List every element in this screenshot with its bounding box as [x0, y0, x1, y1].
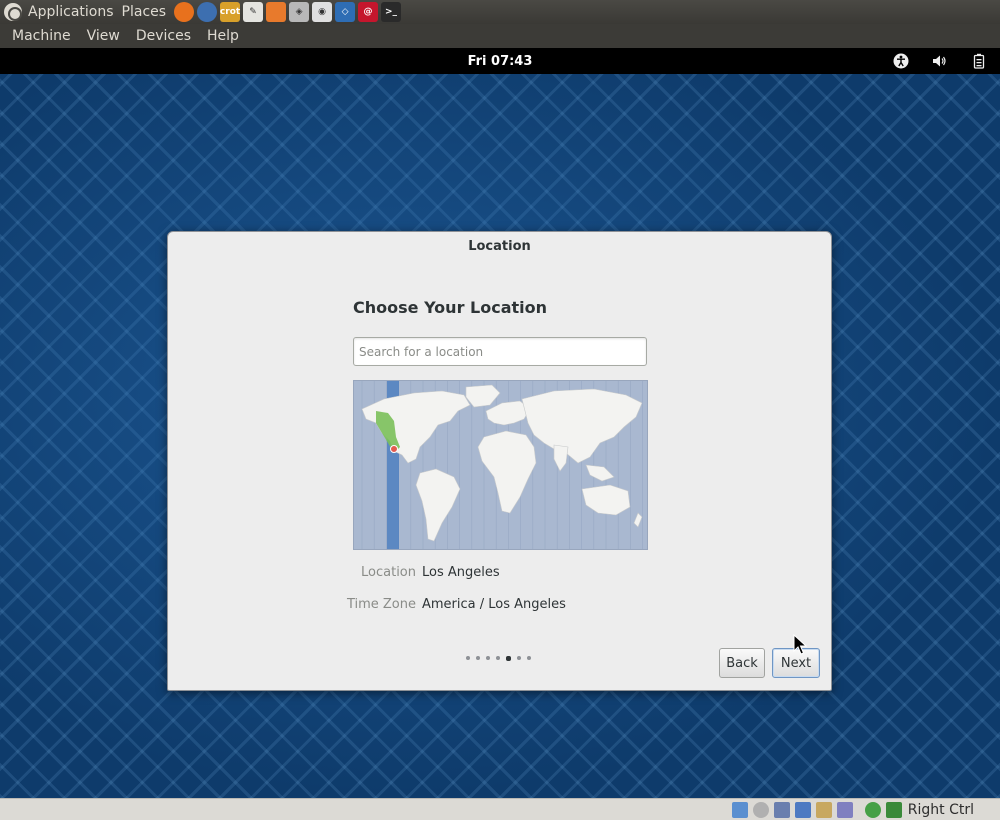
page-dot — [527, 656, 531, 660]
back-button[interactable]: Back — [719, 648, 765, 678]
optical-drive-icon[interactable] — [752, 801, 769, 818]
debian-icon[interactable]: @ — [358, 2, 379, 22]
mouse-integration-icon[interactable] — [885, 801, 902, 818]
machine-menu[interactable]: Machine — [4, 28, 79, 44]
battery-icon[interactable] — [969, 51, 989, 71]
page-heading: Choose Your Location — [353, 298, 548, 317]
page-dot — [486, 656, 490, 660]
page-dot — [496, 656, 500, 660]
dialog-title: Location — [468, 239, 531, 254]
accessibility-icon[interactable] — [891, 51, 911, 71]
vbox-menubar: Machine View Devices Help — [0, 24, 1000, 48]
host-key-label: Right Ctrl — [907, 801, 974, 818]
virtualbox-icon[interactable]: ◇ — [335, 2, 356, 22]
usb-icon[interactable] — [773, 801, 790, 818]
mouse-pointer-icon — [793, 634, 807, 655]
initial-setup-dialog: Location Choose Your Location Search for… — [167, 231, 832, 691]
devices-menu[interactable]: Devices — [128, 28, 199, 44]
image-viewer-icon[interactable]: ◈ — [289, 2, 310, 22]
world-map — [354, 381, 647, 549]
page-dot — [506, 655, 511, 661]
network-icon[interactable] — [794, 801, 811, 818]
host-top-panel: Applications Places crot ✎ ◈ ◉ ◇ @ >_ — [0, 0, 1000, 24]
help-menu[interactable]: Help — [199, 28, 247, 44]
file-manager-icon[interactable] — [266, 2, 287, 22]
location-label: Location — [361, 565, 416, 580]
page-indicator — [466, 655, 537, 661]
page-dot — [476, 656, 480, 660]
view-menu[interactable]: View — [79, 28, 128, 44]
hard-disk-icon[interactable] — [731, 801, 748, 818]
shutter-icon[interactable]: crot — [220, 2, 240, 22]
thunderbird-icon[interactable] — [197, 2, 218, 22]
timezone-map[interactable] — [353, 380, 648, 550]
virtualization-icon[interactable] — [864, 801, 881, 818]
location-value: Los Angeles — [422, 565, 500, 580]
guest-display[interactable]: Fri 07:43 Location Choose Your Location — [0, 48, 1000, 798]
location-search-input[interactable] — [353, 337, 647, 366]
location-pin-icon — [390, 445, 398, 453]
volume-icon[interactable] — [929, 51, 949, 71]
clock[interactable]: Fri 07:43 — [468, 54, 533, 69]
page-dot — [466, 656, 470, 660]
applications-menu[interactable]: Applications — [28, 4, 114, 20]
shared-folder-icon[interactable] — [815, 801, 832, 818]
launcher-bar: crot ✎ ◈ ◉ ◇ @ >_ — [174, 2, 404, 22]
gnome-top-bar: Fri 07:43 — [0, 48, 1000, 74]
vbox-statusbar: Right Ctrl — [0, 798, 1000, 820]
video-capture-icon[interactable] — [836, 801, 853, 818]
timezone-value: America / Los Angeles — [422, 597, 566, 612]
device-icons — [727, 801, 902, 818]
page-dot — [517, 656, 521, 660]
timezone-label: Time Zone — [346, 597, 416, 612]
firefox-icon[interactable] — [174, 2, 195, 22]
terminal-icon[interactable]: >_ — [381, 2, 402, 22]
ubuntu-logo-icon[interactable] — [4, 3, 22, 21]
desktop-background: Location Choose Your Location Search for… — [0, 74, 1000, 798]
places-menu[interactable]: Places — [122, 4, 167, 20]
camera-icon[interactable]: ◉ — [312, 2, 333, 22]
text-editor-icon[interactable]: ✎ — [243, 2, 264, 22]
